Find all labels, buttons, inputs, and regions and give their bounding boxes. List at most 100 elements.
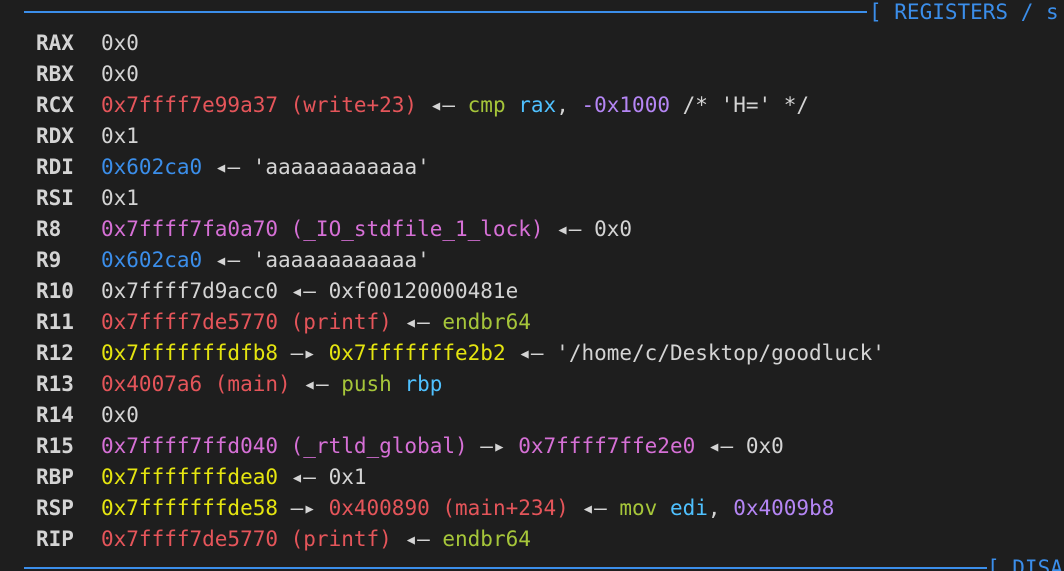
value-segment: ◂— [417,93,468,117]
register-name: R10 [36,279,74,303]
value-segment: ◂— [391,527,443,551]
value-segment: edi [669,496,708,520]
register-value: 0x602ca0 ◂— 'aaaaaaaaaaaa' [101,152,430,183]
value-segment: 0x7ffff7e99a37 (write+23) [101,93,418,117]
value-segment: 0x1 [101,186,139,210]
register-value: 0x7ffff7de5770 (printf) ◂— endbr64 [101,307,531,338]
register-value: 0x0 [101,28,139,59]
value-segment: cmp [467,93,506,117]
register-value: 0x4007a6 (main) ◂— push rbp [101,369,442,400]
register-row-rax: RAX 0x0 [36,28,885,59]
value-segment: 0x7fffffffdfb8 [101,341,279,365]
register-value: 0x7fffffffdea0 ◂— 0x1 [101,462,367,493]
value-segment [392,372,405,396]
register-value: 0x1 [101,121,139,152]
value-segment: rbp [404,372,443,396]
disasm-section-title: [ DISA [987,556,1063,571]
value-segment: 0x602ca0 [101,248,203,272]
value-segment: 0x7ffff7de5770 (printf) [101,310,392,334]
register-name: RDX [36,124,74,148]
value-segment: —▸ [467,434,519,458]
value-segment: ◂— 0x0 [543,217,633,241]
register-row-r14: R14 0x0 [36,400,885,431]
register-value: 0x7ffff7fa0a70 (_IO_stdfile_1_lock) ◂— 0… [101,214,632,245]
value-segment: 0x7ffff7fa0a70 (_IO_stdfile_1_lock) [101,217,544,241]
register-list: RAX 0x0 RBX 0x0 RCX 0x7ffff7e99a37 (write+23)… [36,28,885,555]
top-section-divider [24,11,867,13]
register-name: RAX [36,31,74,55]
bottom-section-divider [24,567,987,569]
register-value: 0x7ffff7e99a37 (write+23) ◂— cmp rax, -0… [101,90,809,121]
register-value: 0x7ffff7d9acc0 ◂— 0xf00120000481e [101,276,518,307]
register-name: RCX [36,93,74,117]
register-row-r12: R12 0x7fffffffdfb8 —▸ 0x7fffffffe2b2 ◂— '… [36,338,885,369]
value-segment: —▸ [278,341,329,365]
register-row-rip: RIP 0x7ffff7de5770 (printf) ◂— endbr64 [36,524,885,555]
register-row-r13: R13 0x4007a6 (main) ◂— push rbp [36,369,885,400]
value-segment: 0x602ca0 [101,155,203,179]
value-segment: 0x400890 (main+234) [328,496,569,520]
register-row-r8: R8 0x7ffff7fa0a70 (_IO_stdfile_1_lock) ◂—… [36,214,885,245]
value-segment: 0x0 [101,62,139,86]
value-segment: 0x0 [101,31,139,55]
register-name: RSI [36,186,74,210]
value-segment [657,496,670,520]
value-segment: 0x7ffff7ffe2e0 [518,434,696,458]
register-name: RBX [36,62,74,86]
register-name: RBP [36,465,74,489]
value-segment: ◂— [568,496,620,520]
register-name: R11 [36,310,74,334]
registers-section-title: [ REGISTERS / s [869,0,1059,24]
register-value: 0x7fffffffdfb8 —▸ 0x7fffffffe2b2 ◂— '/ho… [101,338,885,369]
value-segment [506,93,519,117]
register-name: R14 [36,403,74,427]
register-row-r9: R9 0x602ca0 ◂— 'aaaaaaaaaaaa' [36,245,885,276]
value-segment: endbr64 [442,310,531,334]
register-row-r15: R15 0x7ffff7ffd040 (_rtld_global) —▸ 0x7f… [36,431,885,462]
register-value: 0x7fffffffde58 —▸ 0x400890 (main+234) ◂—… [101,493,834,524]
register-name: R13 [36,372,74,396]
value-segment: -0x1000 [581,93,670,117]
register-value: 0x7ffff7de5770 (printf) ◂— endbr64 [101,524,531,555]
value-segment: , [556,93,582,117]
value-segment: 0x1 [101,124,139,148]
register-name: RDI [36,155,74,179]
register-name: R12 [36,341,74,365]
value-segment: 0x4009b8 [733,496,835,520]
value-segment: 0x7ffff7d9acc0 ◂— 0xf00120000481e [101,279,519,303]
value-segment: 0x0 [101,403,139,427]
value-segment: push [341,372,392,396]
value-segment: ◂— '/home/c/Desktop/goodluck' [505,341,885,365]
value-segment: 0x7fffffffe2b2 [328,341,506,365]
value-segment: ◂— 'aaaaaaaaaaaa' [202,155,430,179]
value-segment: ◂— 0x0 [695,434,784,458]
register-name: RIP [36,527,74,551]
register-name: R8 [36,217,62,241]
register-row-rcx: RCX 0x7ffff7e99a37 (write+23) ◂— cmp rax,… [36,90,885,121]
register-row-rdi: RDI 0x602ca0 ◂— 'aaaaaaaaaaaa' [36,152,885,183]
value-segment: mov [619,496,658,520]
value-segment: ◂— [290,372,342,396]
register-row-rsp: RSP 0x7fffffffde58 —▸ 0x400890 (main+234)… [36,493,885,524]
register-name: R15 [36,434,74,458]
value-segment: , [707,496,734,520]
register-row-rbx: RBX 0x0 [36,59,885,90]
value-segment: rax [518,93,557,117]
value-segment: 0x7fffffffde58 [101,496,279,520]
register-value: 0x0 [101,59,139,90]
register-name: RSP [36,496,74,520]
value-segment: ◂— 'aaaaaaaaaaaa' [202,248,430,272]
register-row-rdx: RDX 0x1 [36,121,885,152]
register-row-rbp: RBP 0x7fffffffdea0 ◂— 0x1 [36,462,885,493]
value-segment: —▸ [278,496,329,520]
value-segment: endbr64 [442,527,531,551]
register-value: 0x602ca0 ◂— 'aaaaaaaaaaaa' [101,245,430,276]
register-row-r10: R10 0x7ffff7d9acc0 ◂— 0xf00120000481e [36,276,885,307]
value-segment: 0x7ffff7de5770 (printf) [101,527,392,551]
value-segment: /* 'H=' */ [670,93,810,117]
value-segment: 0x7fffffffdea0 [101,465,279,489]
register-value: 0x0 [101,400,139,431]
value-segment: ◂— [391,310,443,334]
register-name: R9 [36,248,62,272]
value-segment: 0x4007a6 (main) [101,372,291,396]
